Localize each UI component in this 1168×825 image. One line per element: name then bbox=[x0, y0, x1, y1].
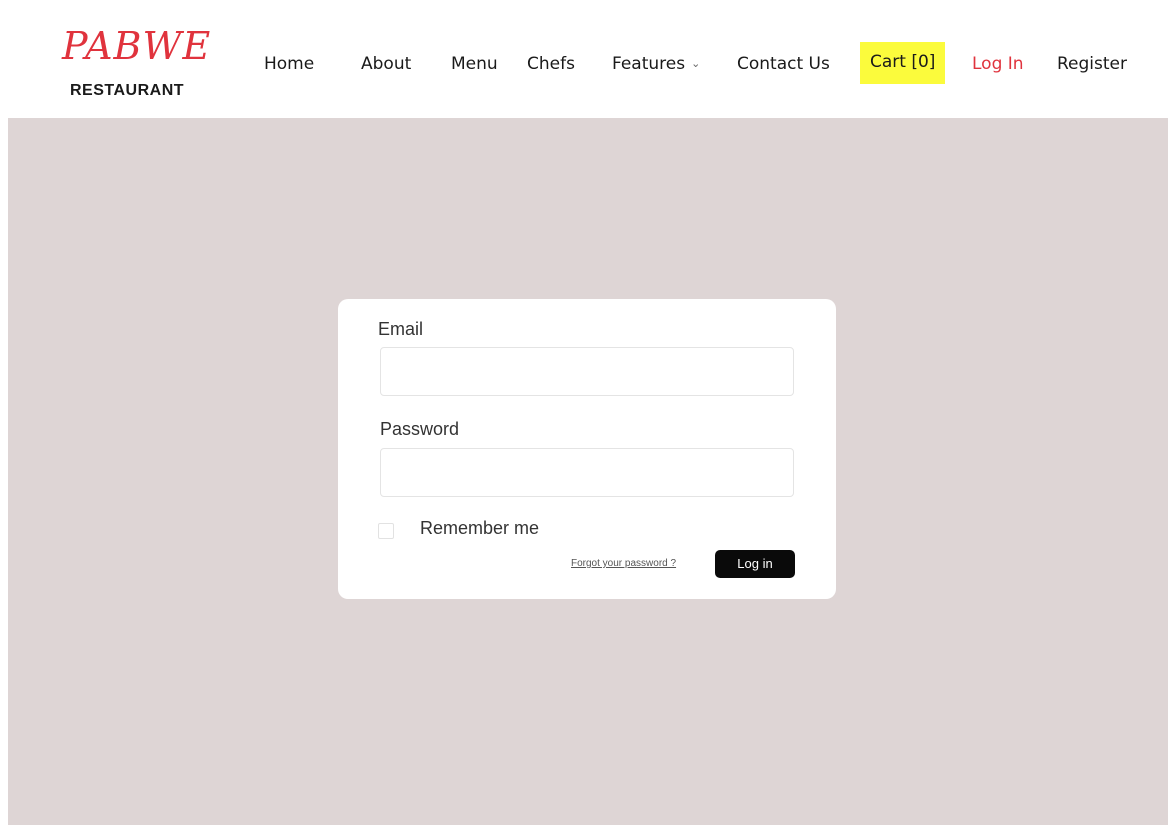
nav-item-home[interactable]: Home bbox=[264, 44, 314, 84]
email-input[interactable] bbox=[380, 347, 794, 396]
nav-item-register[interactable]: Register bbox=[1057, 44, 1127, 84]
chevron-down-icon: ⌄ bbox=[691, 57, 701, 70]
nav-item-features[interactable]: Features ⌄ bbox=[612, 44, 700, 84]
login-submit-button[interactable]: Log in bbox=[715, 550, 795, 578]
brand-subtitle: RESTAURANT bbox=[70, 82, 185, 99]
remember-label[interactable]: Remember me bbox=[420, 518, 539, 539]
page: PABWE RESTAURANT Home About Menu Chefs F… bbox=[0, 0, 1168, 825]
nav-item-about[interactable]: About bbox=[361, 44, 411, 84]
forgot-password-link[interactable]: Forgot your password ? bbox=[571, 558, 676, 569]
nav-item-features-label: Features bbox=[612, 54, 686, 74]
nav-item-chefs[interactable]: Chefs bbox=[527, 44, 575, 84]
nav-item-cart[interactable]: Cart [0] bbox=[860, 42, 946, 84]
brand-logo[interactable]: PABWE RESTAURANT bbox=[62, 24, 222, 108]
nav-item-menu[interactable]: Menu bbox=[451, 44, 498, 84]
site-header: PABWE RESTAURANT Home About Menu Chefs F… bbox=[0, 0, 1168, 118]
nav-item-login[interactable]: Log In bbox=[972, 44, 1024, 84]
email-label: Email bbox=[378, 319, 424, 339]
brand-name: PABWE bbox=[62, 24, 212, 68]
nav-item-contact[interactable]: Contact Us bbox=[737, 44, 830, 84]
main-content: Email Password Remember me Forgot your p… bbox=[8, 118, 1168, 825]
password-label: Password bbox=[380, 419, 460, 439]
login-card: Email Password Remember me Forgot your p… bbox=[338, 299, 836, 599]
password-input[interactable] bbox=[380, 448, 794, 497]
remember-checkbox[interactable] bbox=[378, 523, 394, 539]
